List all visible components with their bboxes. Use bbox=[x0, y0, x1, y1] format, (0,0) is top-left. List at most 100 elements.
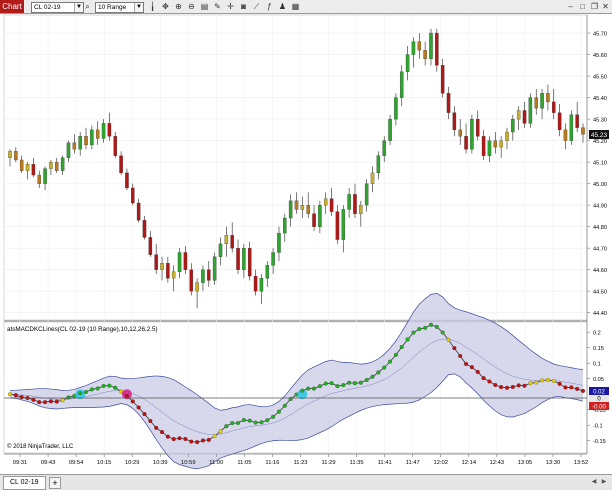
macd-dot bbox=[306, 386, 311, 391]
chart-window-tab[interactable]: Chart bbox=[0, 0, 24, 13]
time-tick-label: 10:29 bbox=[125, 460, 140, 466]
candle-body bbox=[359, 204, 363, 214]
candle-body bbox=[458, 129, 462, 137]
indicator-tick-label: 0.1 bbox=[593, 361, 601, 367]
macd-dot bbox=[230, 421, 235, 426]
indicators-icon[interactable]: ƒ bbox=[265, 2, 274, 11]
candle-body bbox=[540, 93, 544, 109]
zoom-out-icon[interactable]: ⊖ bbox=[187, 2, 196, 11]
price-tick-label: 45.60 bbox=[593, 53, 607, 59]
bars-icon[interactable]: ╽ bbox=[148, 2, 157, 11]
macd-dot bbox=[411, 330, 416, 335]
macd-dot bbox=[399, 344, 404, 350]
candle-body bbox=[569, 114, 574, 141]
macd-dot bbox=[417, 326, 422, 332]
macd-dot bbox=[347, 380, 352, 385]
line-tool-icon[interactable]: ⟋ bbox=[252, 2, 261, 11]
candle-body bbox=[218, 243, 223, 257]
macd-dot bbox=[183, 436, 188, 442]
macd-dot bbox=[265, 418, 270, 423]
candle-body bbox=[481, 136, 486, 156]
time-tick-label: 09:54 bbox=[69, 460, 84, 466]
candle-body bbox=[136, 202, 141, 221]
price-tick-label: 45.70 bbox=[593, 31, 607, 37]
maximize-icon[interactable]: □ bbox=[578, 2, 587, 11]
macd-dot bbox=[510, 384, 515, 390]
candle-body bbox=[306, 204, 310, 214]
add-tab-button[interactable]: + bbox=[49, 477, 61, 489]
candle-body bbox=[440, 65, 445, 94]
macd-dot bbox=[259, 420, 264, 425]
instrument-selector[interactable]: CL 02-19 ▼ bbox=[31, 2, 84, 13]
period-selector[interactable]: 10 Range ▼ bbox=[95, 2, 144, 13]
crosshair-icon[interactable]: ✛ bbox=[226, 2, 235, 11]
macd-badge-top-label: 0.02 bbox=[593, 390, 605, 396]
time-tick-label: 10:15 bbox=[97, 460, 112, 466]
time-tick-label: 13:30 bbox=[546, 460, 561, 466]
instrument-value: CL 02-19 bbox=[34, 4, 61, 11]
time-tick-label: 09:43 bbox=[41, 460, 56, 466]
macd-dot bbox=[271, 414, 276, 419]
chart-area[interactable]: 45.70 45.60 45.50 45.40 45.30 45.20 45.10 45.00… bbox=[0, 14, 612, 474]
macd-dot bbox=[423, 325, 428, 330]
candle-body bbox=[557, 112, 562, 131]
time-tick-label: 11:29 bbox=[322, 460, 336, 466]
candle-body bbox=[335, 211, 340, 240]
data-box-icon[interactable]: ▤ bbox=[200, 2, 209, 11]
time-tick-label: 12:14 bbox=[462, 460, 477, 466]
candle-body bbox=[78, 136, 82, 150]
macd-dot bbox=[522, 383, 527, 388]
pencil-icon[interactable]: ✎ bbox=[213, 2, 222, 11]
macd-dot bbox=[136, 405, 141, 410]
candle-body bbox=[329, 198, 334, 212]
macd-dot bbox=[165, 434, 170, 439]
macd-dot bbox=[516, 383, 521, 388]
tab-cl-02-19[interactable]: CL 02-19 bbox=[3, 476, 46, 490]
macd-dot bbox=[405, 337, 410, 342]
camera-icon[interactable]: ◙ bbox=[239, 2, 248, 11]
macd-dot bbox=[452, 346, 457, 351]
candle-body bbox=[394, 97, 398, 120]
instrument-search-icon[interactable]: ⌕ bbox=[83, 2, 92, 11]
last-price-label: 45.23 bbox=[591, 132, 608, 139]
candle-body bbox=[148, 237, 153, 255]
scroll-left-icon[interactable]: ◀ bbox=[590, 478, 598, 486]
candle-body bbox=[487, 140, 492, 156]
candle-body bbox=[177, 252, 182, 272]
candle-body bbox=[247, 248, 252, 277]
macd-dot bbox=[101, 383, 106, 389]
macd-dot bbox=[66, 395, 71, 400]
macd-dot bbox=[60, 398, 65, 403]
candle-body bbox=[212, 256, 217, 281]
scroll-right-icon[interactable]: ▶ bbox=[600, 478, 608, 486]
macd-dot bbox=[189, 439, 194, 444]
minimize-icon[interactable]: – bbox=[566, 2, 575, 11]
macd-dot bbox=[446, 337, 451, 342]
restore-icon[interactable]: ❐ bbox=[590, 2, 599, 11]
macd-dot bbox=[154, 425, 159, 430]
time-tick-label: 11:47 bbox=[406, 460, 420, 466]
candle-body bbox=[95, 129, 100, 139]
macd-dot bbox=[37, 400, 42, 405]
pan-icon[interactable]: ✥ bbox=[161, 2, 170, 11]
macd-dot bbox=[329, 381, 334, 386]
candle-body bbox=[364, 183, 369, 206]
macd-dot bbox=[376, 370, 381, 375]
candle-body bbox=[493, 140, 498, 148]
macd-dot bbox=[388, 359, 393, 364]
strategy-icon[interactable]: ♟ bbox=[278, 2, 287, 11]
macd-dot bbox=[148, 418, 153, 424]
macd-dot bbox=[312, 386, 317, 391]
macd-dot bbox=[504, 385, 510, 390]
price-panel[interactable] bbox=[3, 14, 588, 321]
time-tick-label: 09:31 bbox=[13, 460, 28, 466]
macd-dot bbox=[534, 380, 539, 385]
candle-body bbox=[236, 248, 240, 270]
candle-body bbox=[353, 194, 357, 214]
macd-dot bbox=[469, 365, 474, 370]
properties-icon[interactable]: ▦ bbox=[291, 2, 300, 11]
close-icon[interactable]: ✕ bbox=[601, 2, 610, 11]
zoom-in-icon[interactable]: ⊕ bbox=[174, 2, 183, 11]
price-tick-label: 45.30 bbox=[593, 117, 607, 123]
macd-dot bbox=[13, 393, 18, 398]
